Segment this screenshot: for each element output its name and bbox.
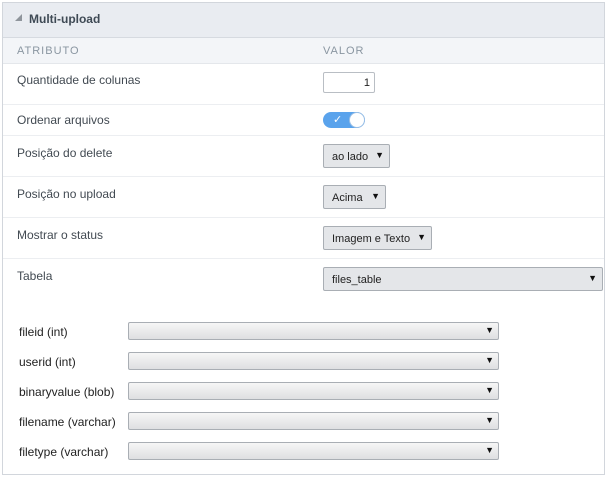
caret-down-icon: ▼ — [371, 191, 380, 201]
row-show-status: Mostrar o status Imagem e Texto ▼ — [3, 218, 604, 259]
field-label-filename: filename (varchar) — [19, 415, 116, 429]
row-delete-position: Posição do delete ao lado ▼ — [3, 136, 604, 177]
row-label: Tabela — [17, 269, 53, 283]
caret-down-icon: ▼ — [417, 232, 426, 242]
caret-down-icon: ▼ — [485, 355, 494, 365]
delete-position-select[interactable]: ao lado ▼ — [323, 144, 390, 168]
value-column-header: VALOR — [323, 45, 365, 57]
collapse-triangle-icon[interactable] — [15, 14, 22, 21]
row-label: Ordenar arquivos — [17, 113, 110, 127]
check-icon: ✓ — [333, 114, 343, 126]
row-label: Posição no upload — [17, 187, 116, 201]
row-upload-position: Posição no upload Acima ▼ — [3, 177, 604, 218]
row-label: Quantidade de colunas — [17, 73, 141, 87]
field-select-binaryvalue[interactable]: ▼ — [128, 382, 499, 400]
field-select-fileid[interactable]: ▼ — [128, 322, 499, 340]
row-sort-files: Ordenar arquivos ✓ — [3, 105, 604, 136]
table-select[interactable]: files_table ▼ — [323, 267, 603, 291]
caret-down-icon: ▼ — [375, 150, 384, 160]
toggle-knob — [349, 112, 365, 128]
panel-title: Multi-upload — [29, 12, 101, 26]
field-label-binaryvalue: binaryvalue (blob) — [19, 385, 115, 399]
field-label-userid: userid (int) — [19, 355, 76, 369]
field-label-filetype: filetype (varchar) — [19, 445, 109, 459]
select-value: Acima — [332, 192, 363, 204]
show-status-select[interactable]: Imagem e Texto ▼ — [323, 226, 432, 250]
attribute-table-header: ATRIBUTO VALOR — [3, 38, 604, 64]
attribute-column-header: ATRIBUTO — [17, 45, 80, 57]
caret-down-icon: ▼ — [485, 415, 494, 425]
panel-header[interactable]: Multi-upload — [3, 3, 604, 38]
select-value: files_table — [332, 274, 382, 286]
select-value: ao lado — [332, 151, 369, 163]
field-select-userid[interactable]: ▼ — [128, 352, 499, 370]
field-select-filetype[interactable]: ▼ — [128, 442, 499, 460]
row-label: Mostrar o status — [17, 228, 104, 242]
caret-down-icon: ▼ — [485, 385, 494, 395]
upload-position-select[interactable]: Acima ▼ — [323, 185, 386, 209]
caret-down-icon: ▼ — [588, 273, 597, 283]
row-label: Posição do delete — [17, 146, 113, 160]
field-select-filename[interactable]: ▼ — [128, 412, 499, 430]
caret-down-icon: ▼ — [485, 445, 494, 455]
sort-files-toggle[interactable]: ✓ — [323, 112, 365, 128]
multi-upload-panel: Multi-upload ATRIBUTO VALOR Quantidade d… — [2, 2, 605, 475]
select-value: Imagem e Texto — [332, 233, 411, 245]
column-count-input[interactable]: 1 — [323, 72, 375, 93]
row-column-count: Quantidade de colunas 1 — [3, 64, 604, 105]
caret-down-icon: ▼ — [485, 325, 494, 335]
row-table: Tabela files_table ▼ fileid (int) ▼ user… — [3, 259, 604, 474]
field-label-fileid: fileid (int) — [19, 325, 68, 339]
